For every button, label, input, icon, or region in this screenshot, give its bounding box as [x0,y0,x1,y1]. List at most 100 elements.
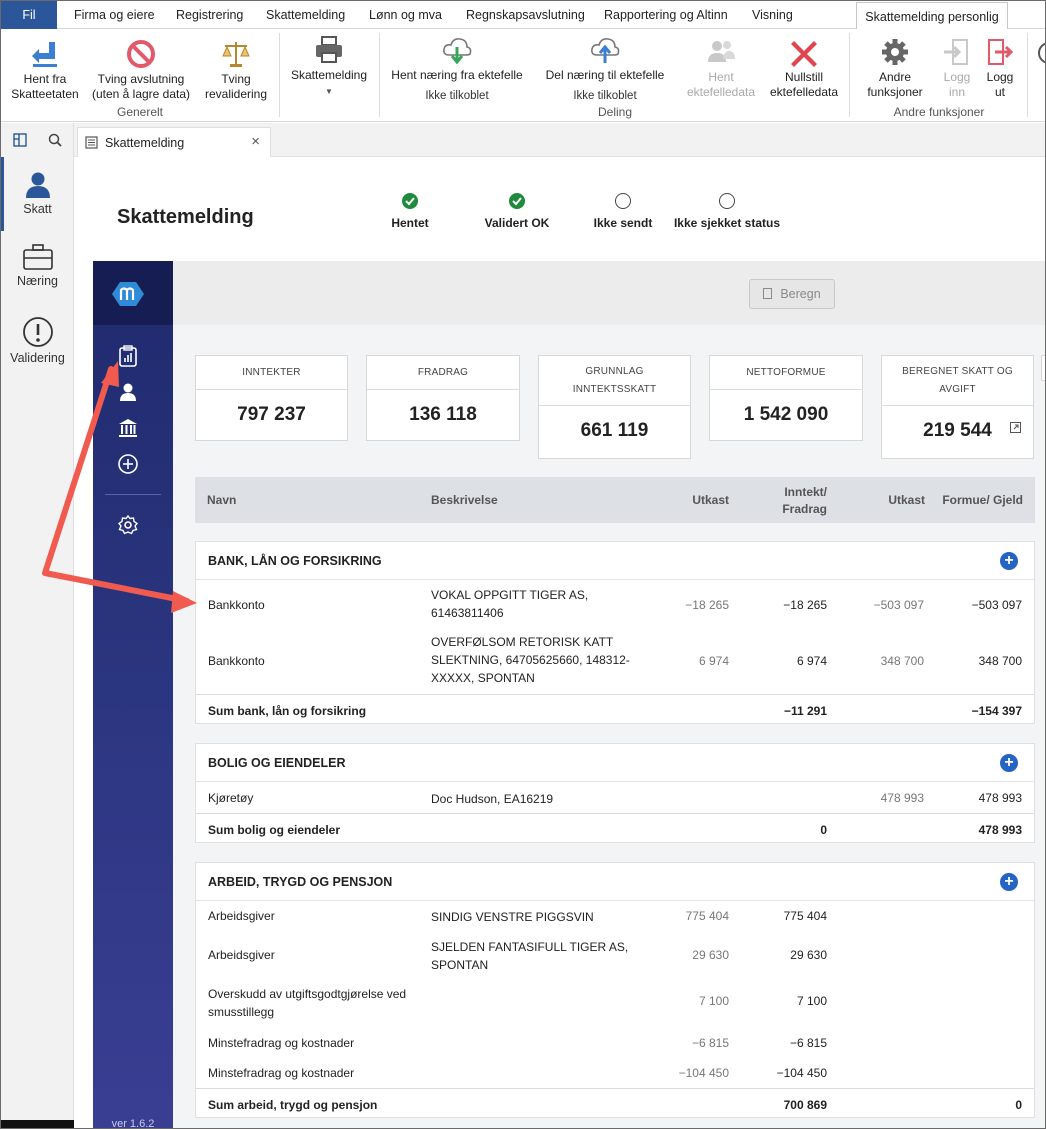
cell-navn: Arbeidsgiver [208,948,275,962]
exclamation-icon [22,317,53,347]
tab-skattemelding[interactable]: Skattemelding × [77,127,271,157]
add-icon[interactable]: + [1000,873,1018,891]
del-naering-button[interactable]: Del næring til ektefelle Ikke tilkoblet [539,35,671,104]
summary-card-inntekter: INNTEKTER 797 237 [195,355,348,441]
col-utkast-1: Utkast [692,493,729,507]
add-icon[interactable]: + [1000,754,1018,772]
menu-regnskapsavslutning[interactable]: Regnskapsavslutning [466,1,585,29]
card-label: INNTEKTER [196,356,347,390]
cell-navn: Bankkonto [208,598,265,612]
sum-label: Sum bolig og eiendeler [208,823,341,837]
cloud-upload-icon [591,38,620,63]
cell-navn: Minstefradrag og kostnader [208,1036,355,1050]
hent-fra-skatteetaten-button[interactable]: Hent fra Skatteetaten [7,39,83,102]
summary-card-beregnet-skatt[interactable]: BEREGNET SKATT OG AVGIFT 219 544 [881,355,1034,459]
cell-inntekt: 775 404 [783,909,827,923]
app-window: Fil Firma og eiere Registrering Skatteme… [0,0,1046,1129]
hent-naering-button[interactable]: Hent næring fra ektefelle Ikke tilkoblet [387,35,527,104]
step-label: Validert OK [484,216,550,230]
menu-skattemelding[interactable]: Skattemelding [266,1,345,29]
sum-formue: 0 [1015,1098,1022,1112]
cell-beskrivelse: SJELDEN FANTASIFULL TIGER AS, SPONTAN [431,940,629,972]
table-row[interactable]: Arbeidsgiver SINDIG VENSTRE PIGGSVIN 775… [196,901,1034,933]
tving-avslutning-button[interactable]: Tving avslutning (uten å lagre data) [89,39,193,102]
menu-registrering[interactable]: Registrering [176,1,243,29]
step-ikke-sendt: Ikke sendt [587,193,659,230]
sum-formue: −154 397 [971,704,1022,718]
cell-utkast-1: −18 265 [685,598,729,612]
table-row[interactable]: Minstefradrag og kostnader −6 815 −6 815 [196,1028,1034,1058]
check-icon [509,193,525,209]
sum-label: Sum arbeid, trygd og pensjon [208,1098,378,1112]
step-label: Ikke sjekket status [673,216,781,230]
cell-formue: 348 700 [978,654,1022,668]
beregn-button[interactable]: Beregn [749,279,835,309]
cell-utkast-1: 29 630 [692,948,729,962]
nav-validering[interactable]: Validering [1,316,74,365]
table-row[interactable]: Minstefradrag og kostnader −104 450 −104… [196,1058,1034,1088]
beregn-label: Beregn [780,287,821,301]
menu-fil[interactable]: Fil [1,1,57,29]
step-validert: Validert OK [477,193,557,230]
card-value: 1 542 090 [743,404,829,425]
cell-navn: Kjøretøy [208,791,254,805]
nav-validering-label: Validering [10,351,65,365]
tving-revalidering-button[interactable]: Tving revalidering [199,39,273,102]
logg-inn-button[interactable]: Logg inn [937,37,977,100]
add-icon[interactable]: + [1000,552,1018,570]
section-header: BOLIG OG EIENDELER + [196,744,1034,782]
table-row[interactable]: Overskudd av utgiftsgodtgjørelse ved smu… [196,980,1034,1028]
table-row[interactable]: Bankkonto OVERFØLSOM RETORISK KATT SLEKT… [196,627,1034,694]
download-arrow-icon [32,42,57,67]
nav-skatt[interactable]: Skatt [1,157,74,231]
tving-revalidering-label: Tving revalidering [204,72,268,101]
user-icon[interactable] [117,381,139,403]
nullstill-label: Nullstill ektefelledata [769,70,839,99]
app-logo [93,261,173,325]
tab-label: Skattemelding [105,136,185,150]
sum-label: Sum bank, lån og forsikring [208,704,367,718]
table-row[interactable]: Arbeidsgiver SJELDEN FANTASIFULL TIGER A… [196,933,1034,980]
clipboard-chart-icon[interactable] [117,345,139,367]
menu-visning[interactable]: Visning [752,1,793,29]
bank-icon[interactable] [117,417,139,439]
hent-naering-label: Hent næring fra ektefelle [391,68,523,82]
section-bolig: BOLIG OG EIENDELER + Kjøretøy Doc Hudson… [195,743,1035,843]
nav-skatt-label: Skatt [23,202,52,216]
menu-skattemelding-personlig[interactable]: Skattemelding personlig [856,2,1008,30]
cell-formue: 478 993 [978,791,1022,805]
cell-inntekt: −104 450 [776,1066,827,1080]
sum-formue: 478 993 [978,823,1022,837]
del-naering-label: Del næring til ektefelle [545,68,665,82]
close-icon[interactable]: × [251,133,260,150]
skattemelding-dropdown-button[interactable]: Skattemelding ▼ [285,35,373,99]
group-andre-label: Andre funksjoner [893,105,985,119]
menu-firma-og-eiere[interactable]: Firma og eiere [74,1,155,29]
gear-icon [882,39,908,65]
card-label: FRADRAG [367,356,519,390]
left-nav-toolbar [1,123,74,157]
section-title: ARBEID, TRYGD OG PENSJON [208,875,393,889]
document-icon [85,136,98,149]
table-row[interactable]: Bankkonto VOKAL OPPGITT TIGER AS, 614638… [196,580,1034,627]
open-external-icon[interactable] [1010,422,1021,433]
logg-ut-button[interactable]: Logg ut [981,37,1019,100]
cell-beskrivelse: VOKAL OPPGITT TIGER AS, 61463811406 [431,588,589,620]
app-version: ver 1.6.2 [111,1118,155,1129]
table-row[interactable]: Kjøretøy Doc Hudson, EA16219 478 993 478… [196,782,1034,813]
ribbon-separator [279,33,280,117]
cell-formue: −503 097 [971,598,1022,612]
hent-ektefelledata-button[interactable]: Hent ektefelledata [683,37,759,100]
andre-funksjoner-button[interactable]: Andre funksjoner [857,37,933,100]
nav-naering[interactable]: Næring [1,243,74,288]
andre-funksjoner-label: Andre funksjoner [867,70,923,99]
calculator-icon [763,288,773,299]
nullstill-ektefelledata-button[interactable]: Nullstill ektefelledata [765,37,843,100]
layout-icon[interactable] [13,133,27,147]
plus-circle-icon[interactable] [117,453,139,475]
menu-rapportering[interactable]: Rapportering og Altinn [604,1,728,29]
menu-lonn-og-mva[interactable]: Lønn og mva [369,1,442,29]
users-icon [708,41,735,62]
search-icon[interactable] [48,133,62,147]
settings-icon[interactable] [117,514,139,536]
